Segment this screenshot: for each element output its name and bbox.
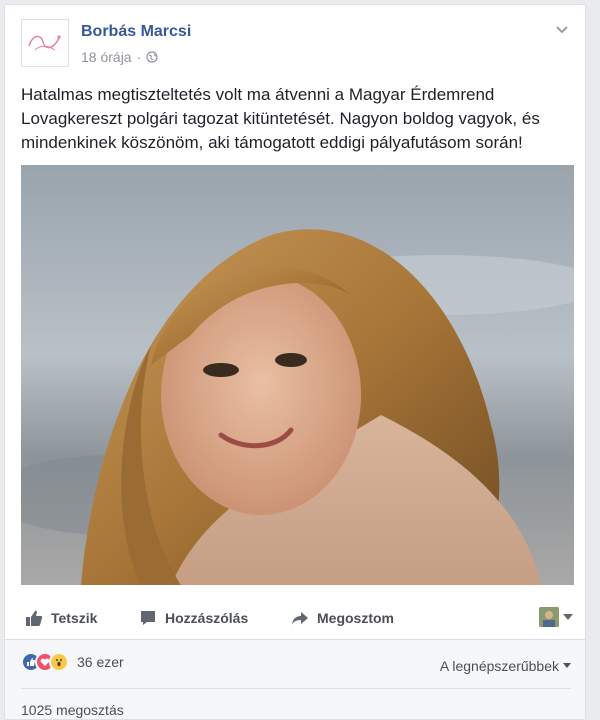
gasztro-angyal-logo-icon (28, 35, 61, 51)
chevron-down-icon[interactable] (555, 25, 569, 35)
post-card: Borbás Marcsi 18 órája · Hatalmas megtis… (4, 4, 586, 720)
post-author-name[interactable]: Borbás Marcsi (81, 23, 191, 41)
post-photo[interactable] (21, 165, 574, 585)
wow-reaction-icon (49, 652, 69, 672)
share-arrow-icon (292, 612, 308, 625)
user-avatar (539, 607, 559, 627)
thumbs-up-icon (26, 610, 43, 626)
post-header: Borbás Marcsi 18 órája · (21, 19, 573, 75)
page-avatar[interactable] (21, 19, 69, 67)
comment-button[interactable]: Hozzászólás (139, 601, 248, 635)
comment-icon (141, 611, 155, 625)
portrait-image (21, 165, 574, 585)
share-label: Megosztom (317, 610, 394, 626)
post-footer: 36 ezer A legnépszerűbbek 1025 megosztás (5, 639, 585, 719)
meta-separator: · (136, 49, 142, 65)
caret-down-icon (563, 614, 573, 620)
post-actions: Tetszik Hozzászólás Megosztom (21, 601, 573, 635)
sort-label: A legnépszerűbbek (439, 658, 559, 674)
post-text: Hatalmas megtiszteltetés volt ma átvenni… (21, 85, 540, 152)
post-meta: 18 órája · (81, 49, 158, 65)
like-label: Tetszik (51, 610, 98, 626)
post-timestamp[interactable]: 18 órája (81, 49, 132, 65)
share-button[interactable]: Megosztom (291, 601, 394, 635)
reaction-summary[interactable]: 36 ezer (21, 652, 124, 672)
caret-down-icon (563, 663, 571, 668)
share-count[interactable]: 1025 megosztás (21, 702, 124, 718)
footer-divider (21, 688, 571, 689)
share-as-menu[interactable] (539, 607, 573, 627)
like-button[interactable]: Tetszik (25, 601, 97, 635)
user-photo-icon (539, 607, 559, 627)
reaction-count[interactable]: 36 ezer (77, 654, 124, 670)
globe-icon (146, 51, 158, 63)
comment-sort-dropdown[interactable]: A legnépszerűbbek (440, 658, 571, 674)
comment-label: Hozzászólás (165, 610, 249, 626)
